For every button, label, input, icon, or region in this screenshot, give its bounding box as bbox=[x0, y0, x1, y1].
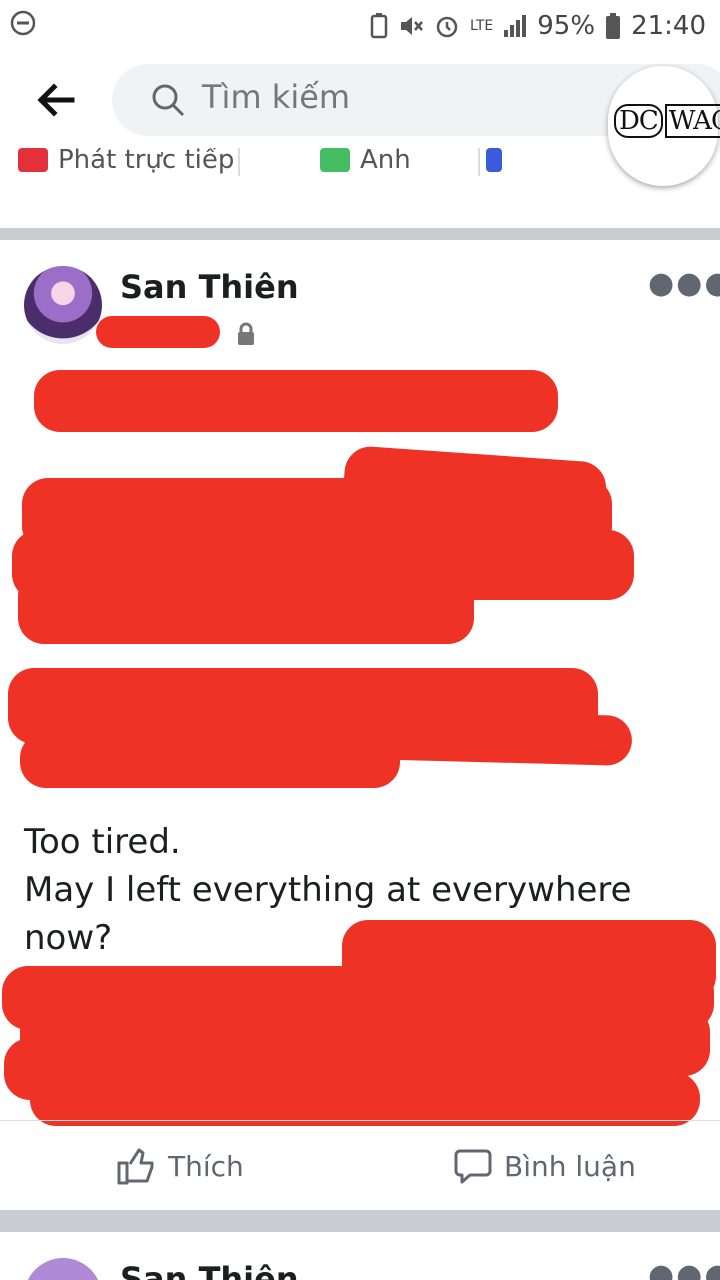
thumbs-up-icon bbox=[117, 1148, 154, 1185]
post-meta bbox=[96, 316, 276, 350]
checkin-button[interactable] bbox=[486, 148, 502, 180]
clock: 21:40 bbox=[631, 11, 706, 41]
network-type: LTE bbox=[469, 18, 494, 34]
live-video-label: Phát trực tiếp bbox=[58, 148, 235, 175]
feed-post: San Thiên ●●● bbox=[0, 1232, 720, 1280]
alarm-icon bbox=[436, 16, 458, 38]
redaction-mark bbox=[20, 732, 400, 788]
post-text-line: Too tired. bbox=[24, 822, 181, 862]
redaction-mark bbox=[18, 570, 474, 644]
post-text-line: May I left everything at everywhere bbox=[24, 870, 632, 910]
photo-button[interactable]: Ảnh bbox=[320, 148, 411, 180]
comment-button[interactable]: Bình luận bbox=[454, 1143, 636, 1189]
post-author[interactable]: San Thiên bbox=[120, 268, 299, 306]
flag-icon bbox=[486, 148, 502, 172]
separator bbox=[238, 148, 240, 176]
mute-icon bbox=[400, 17, 423, 35]
do-not-disturb-icon bbox=[10, 10, 36, 36]
status-bar: LTE 95% 21:40 bbox=[0, 0, 720, 52]
avatar[interactable] bbox=[24, 1258, 102, 1280]
signal-icon bbox=[504, 15, 527, 37]
live-video-button[interactable]: Phát trực tiếp bbox=[18, 148, 234, 180]
comment-icon bbox=[454, 1149, 492, 1184]
more-options-icon[interactable]: ●●● bbox=[648, 1258, 720, 1280]
avatar[interactable] bbox=[24, 266, 102, 344]
feed-post: San Thiên ●●● Too tired. May I left ever… bbox=[0, 240, 720, 1208]
like-label: Thích bbox=[168, 1149, 244, 1183]
like-button[interactable]: Thích bbox=[116, 1143, 244, 1189]
redaction-mark bbox=[96, 316, 220, 348]
feed-divider bbox=[0, 228, 720, 240]
search-placeholder: Tìm kiếm bbox=[202, 78, 351, 116]
composer-actions: Phát trực tiếp Ảnh bbox=[0, 148, 720, 228]
battery-icon bbox=[606, 13, 621, 39]
post-author[interactable]: San Thiên bbox=[120, 1260, 299, 1280]
redaction-mark bbox=[34, 370, 558, 432]
comment-label: Bình luận bbox=[504, 1149, 636, 1183]
feed-divider bbox=[0, 1210, 720, 1232]
more-options-icon[interactable]: ●●● bbox=[648, 266, 720, 301]
live-video-icon bbox=[18, 148, 48, 172]
back-arrow-icon[interactable] bbox=[34, 78, 78, 122]
post-text-line: now? bbox=[24, 918, 113, 958]
separator bbox=[478, 148, 480, 176]
battery-saver-icon bbox=[370, 13, 388, 39]
post-actions: Thích Bình luận bbox=[0, 1120, 720, 1211]
search-icon bbox=[152, 84, 185, 117]
photo-icon bbox=[320, 148, 350, 172]
redaction-mark bbox=[30, 1072, 700, 1126]
battery-percent: 95% bbox=[537, 11, 596, 41]
photo-label: Ảnh bbox=[360, 148, 411, 175]
lock-icon bbox=[238, 322, 254, 345]
